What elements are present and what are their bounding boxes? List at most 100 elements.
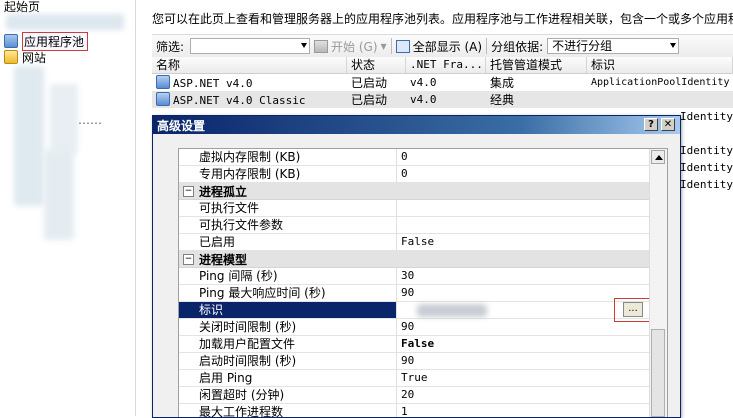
property-list: 虚拟内存限制 (KB) 0 专用内存限制 (KB) 0− 进程孤立 可执行文件 可执行文件参… <box>179 149 667 417</box>
help-button[interactable]: ? <box>644 118 658 131</box>
property-name: 已启用 <box>179 234 397 250</box>
property-value[interactable] <box>397 200 667 216</box>
tree-item-label: 起始页 <box>4 0 41 14</box>
property-category[interactable]: − 进程模型 <box>179 251 667 268</box>
cell-status: 已启动 <box>351 76 388 90</box>
property-row[interactable]: 闲置超时 (分钟) 20 <box>179 387 667 404</box>
property-name: 专用内存限制 (KB) <box>179 166 397 182</box>
property-category[interactable]: − 进程孤立 <box>179 183 667 200</box>
collapse-icon[interactable]: − <box>183 185 194 197</box>
show-all-button[interactable]: 全部显示 (A) <box>395 38 482 55</box>
property-grid-scrollbar[interactable] <box>649 149 667 417</box>
property-grid: 虚拟内存限制 (KB) 0 专用内存限制 (KB) 0− 进程孤立 可执行文件 可执行文件参… <box>178 148 668 417</box>
chevron-down-icon <box>670 43 677 48</box>
app-pools-grid: 名称 状态 .NET Fra... 托管管道模式 标识 ASP.NET v4.0… <box>152 57 733 108</box>
property-row[interactable]: 标识... <box>179 298 667 322</box>
property-row[interactable]: Ping 最大响应时间 (秒) 90 <box>179 285 667 302</box>
property-row[interactable]: 已启用 False <box>179 234 667 251</box>
property-row[interactable]: 加载用户配置文件 False <box>179 336 667 353</box>
property-row[interactable]: 可执行文件 <box>179 200 667 217</box>
app-pool-icon <box>156 92 170 106</box>
toolbar-separator <box>390 38 392 54</box>
property-row[interactable]: 专用内存限制 (KB) 0 <box>179 166 667 183</box>
property-row[interactable]: 虚拟内存限制 (KB) 0 <box>179 149 667 166</box>
toolbar-separator <box>486 38 488 54</box>
chevron-down-icon: ▼ <box>380 41 387 51</box>
chevron-down-icon <box>301 43 308 48</box>
property-value[interactable]: 30 <box>397 268 667 284</box>
identity-fragment: Identity <box>680 161 733 174</box>
filter-input[interactable] <box>190 38 311 54</box>
property-value[interactable]: False <box>397 336 667 352</box>
app-pool-icon <box>156 75 170 89</box>
blurred-site-list <box>44 150 74 240</box>
property-name: Ping 最大响应时间 (秒) <box>179 285 397 301</box>
filter-toolbar: 筛选: 开始 (G) ▼ 全部显示 (A) 分组依据: 不进行分组 <box>152 34 733 58</box>
group-by-value: 不进行分组 <box>552 39 613 53</box>
start-filter-button[interactable]: 开始 (G) ▼ <box>314 38 387 55</box>
start-filter-label: 开始 (G) <box>331 39 378 54</box>
property-row[interactable]: 启动时间限制 (秒) 90 <box>179 353 667 370</box>
property-name: 闲置超时 (分钟) <box>179 387 397 403</box>
collapse-icon[interactable]: − <box>183 253 194 265</box>
identity-fragment: Identity <box>680 144 733 157</box>
category-label: 进程孤立 <box>199 184 248 199</box>
cell-net: v4.0 <box>410 93 437 106</box>
cell-status: 已启动 <box>351 93 388 107</box>
property-row[interactable]: 启用 Ping True <box>179 370 667 387</box>
tree-item-app-pools[interactable]: 应用程序池 <box>4 31 89 51</box>
blurred-identity-value <box>417 304 487 317</box>
table-row[interactable]: ASP.NET v4.0 已启动 v4.0 集成 ApplicationPool… <box>152 74 733 91</box>
property-value[interactable]: True <box>397 370 667 386</box>
tree-item-label: 网站 <box>22 50 47 65</box>
property-value[interactable]: 90 <box>397 319 667 335</box>
binoculars-icon <box>314 39 329 53</box>
property-value[interactable]: 90 <box>397 353 667 369</box>
sites-icon <box>4 50 18 64</box>
connections-tree: 起始页 应用程序池 网站 …… <box>0 0 136 416</box>
cell-mode: 集成 <box>490 76 515 90</box>
property-name: 可执行文件参数 <box>179 217 397 233</box>
blurred-site-list <box>14 66 44 206</box>
column-header-status[interactable]: 状态 <box>347 57 406 73</box>
column-header-identity[interactable]: 标识 <box>587 57 733 73</box>
property-name: Ping 间隔 (秒) <box>179 268 397 284</box>
ellipsis-text: …… <box>78 113 102 127</box>
column-header-pipeline-mode[interactable]: 托管管道模式 <box>486 57 587 73</box>
tree-item-sites[interactable]: 网站 <box>4 49 46 65</box>
scroll-thumb[interactable] <box>651 329 665 417</box>
property-value[interactable]: False <box>397 234 667 250</box>
property-value[interactable]: 0 <box>397 149 667 165</box>
cell-name: ASP.NET v4.0 Classic <box>152 92 347 107</box>
table-row[interactable]: ASP.NET v4.0 Classic 已启动 v4.0 经典 <box>152 91 733 108</box>
blurred-site-list <box>50 84 78 154</box>
close-button[interactable]: ✕ <box>661 118 675 131</box>
property-row[interactable]: Ping 间隔 (秒) 30 <box>179 268 667 285</box>
blurred-server-node <box>6 14 124 30</box>
group-by-select[interactable]: 不进行分组 <box>547 38 680 54</box>
property-name: 启用 Ping <box>179 370 397 386</box>
property-value[interactable]: 20 <box>397 387 667 403</box>
cell-mode: 经典 <box>490 93 515 107</box>
property-name: 标识 <box>179 302 397 318</box>
property-row[interactable]: 关闭时间限制 (秒) 90 <box>179 319 667 336</box>
property-name: 关闭时间限制 (秒) <box>179 319 397 335</box>
show-all-icon <box>395 39 410 53</box>
tree-item-start-page[interactable]: 起始页 <box>4 0 40 14</box>
cell-net: v4.0 <box>410 76 437 89</box>
cell-name: ASP.NET v4.0 <box>152 75 347 90</box>
property-value[interactable]: 0 <box>397 166 667 182</box>
advanced-settings-dialog: 高级设置 ? ✕ 虚拟内存限制 (KB) 0 专用内存限制 (KB) 0− 进程孤立 可执… <box>152 115 681 418</box>
scroll-up-arrow-icon[interactable] <box>651 150 665 164</box>
dialog-title-bar[interactable]: 高级设置 ? ✕ <box>153 116 680 134</box>
category-label: 进程模型 <box>199 252 248 267</box>
property-value[interactable] <box>397 217 667 233</box>
property-row[interactable]: 可执行文件参数 <box>179 217 667 234</box>
column-header-net-framework[interactable]: .NET Fra... <box>406 57 486 73</box>
cell-identity: ApplicationPoolIdentity <box>591 77 730 88</box>
property-name: 虚拟内存限制 (KB) <box>179 149 397 165</box>
identity-fragment: Identity <box>680 110 733 123</box>
column-header-name[interactable]: 名称 <box>152 57 347 73</box>
filter-label: 筛选: <box>156 39 185 54</box>
identity-fragment: Identity <box>680 178 733 191</box>
